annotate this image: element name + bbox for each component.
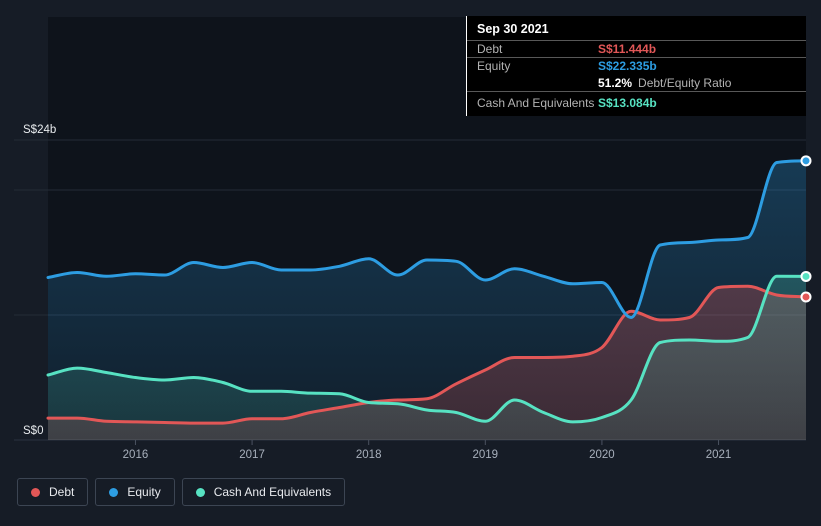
x-axis-year-label: 2019 bbox=[473, 449, 499, 461]
tooltip-ratio-label: Debt/Equity Ratio bbox=[638, 75, 732, 90]
tooltip-ratio-value: 51.2% bbox=[598, 75, 633, 90]
tooltip-debt-value: S$11.444b bbox=[598, 42, 657, 56]
chart-tooltip: Sep 30 2021 Debt S$11.444b Equity S$22.3… bbox=[466, 16, 806, 116]
legend-debt-label: Debt bbox=[49, 485, 75, 499]
cash-dot-icon bbox=[195, 487, 205, 497]
endpoint-marker bbox=[800, 291, 812, 303]
tooltip-date: Sep 30 2021 bbox=[477, 22, 549, 36]
tooltip-debt-label: Debt bbox=[477, 42, 503, 56]
legend-equity-label: Equity bbox=[127, 485, 161, 499]
tooltip-equity-row: Equity S$22.335b bbox=[467, 57, 806, 74]
legend-item-debt[interactable]: Debt bbox=[17, 478, 89, 506]
legend-item-equity[interactable]: Equity bbox=[95, 478, 175, 506]
equity-dot-icon bbox=[109, 487, 119, 497]
x-axis-year-label: 2017 bbox=[239, 449, 265, 461]
endpoint-marker bbox=[800, 270, 812, 282]
x-axis-year-label: 2020 bbox=[589, 449, 615, 461]
tooltip-ratio-row: 51.2% Debt/Equity Ratio bbox=[467, 74, 806, 91]
x-axis-year-label: 2016 bbox=[123, 449, 149, 461]
tooltip-debt-row: Debt S$11.444b bbox=[467, 40, 806, 57]
y-axis-max-label: S$24b bbox=[23, 124, 56, 136]
debt-dot-icon bbox=[31, 487, 40, 497]
legend-cash-label: Cash And Equivalents bbox=[213, 485, 332, 499]
debt-equity-chart-panel: S$24b S$0 2016 2017 2018 2019 2020 2021 Sep 30 … bbox=[0, 0, 821, 526]
x-axis-year-label: 2021 bbox=[706, 449, 732, 461]
x-axis-year-label: 2018 bbox=[356, 449, 382, 461]
chart-legend: Debt Equity Cash And Equivalents bbox=[17, 478, 346, 506]
legend-item-cash[interactable]: Cash And Equivalents bbox=[181, 478, 346, 506]
tooltip-equity-label: Equity bbox=[477, 59, 511, 73]
tooltip-cash-value: S$13.084b bbox=[598, 95, 657, 110]
tooltip-equity-value: S$22.335b bbox=[598, 59, 657, 73]
endpoint-marker bbox=[800, 155, 812, 167]
y-axis-zero-label: S$0 bbox=[23, 425, 43, 437]
tooltip-cash-row: Cash And Equivalents S$13.084b bbox=[467, 91, 806, 113]
tooltip-cash-label: Cash And Equivalents bbox=[477, 95, 595, 110]
